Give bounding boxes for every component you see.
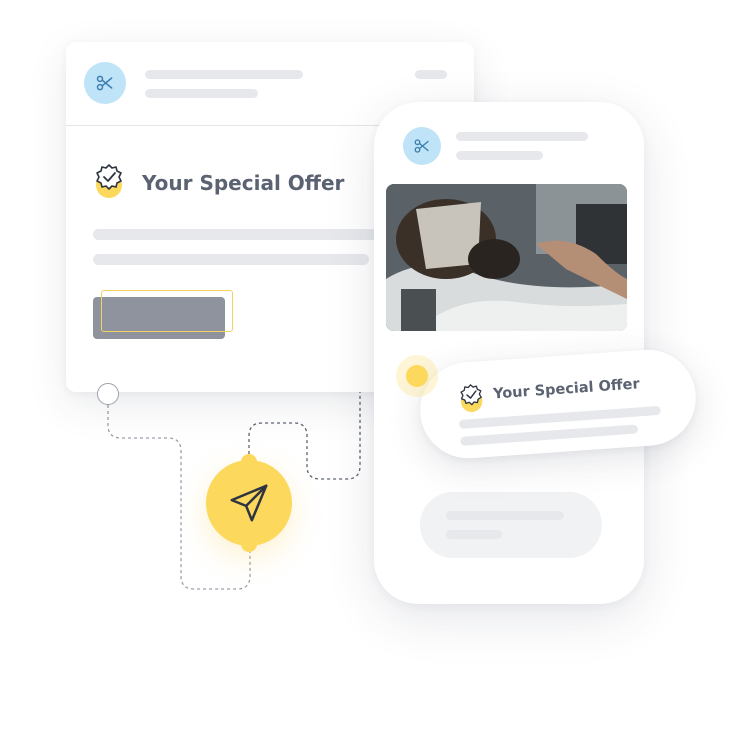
flow-end-node bbox=[406, 365, 428, 387]
send-button[interactable] bbox=[206, 454, 292, 552]
barber-photo bbox=[386, 184, 627, 331]
flow-start-node bbox=[97, 383, 119, 405]
offer-notification[interactable]: Your Special Offer bbox=[416, 346, 700, 462]
reply-line-2-placeholder bbox=[446, 530, 502, 539]
barber-photo-image bbox=[386, 184, 627, 331]
verified-badge-icon bbox=[460, 384, 483, 413]
verified-badge-icon bbox=[96, 164, 122, 198]
offer-title: Your Special Offer bbox=[142, 171, 345, 195]
phone-sender-avatar bbox=[403, 127, 441, 165]
sender-avatar bbox=[84, 62, 126, 104]
reply-line-1-placeholder bbox=[446, 511, 564, 520]
paper-plane-icon bbox=[230, 484, 268, 522]
scissors-icon bbox=[96, 75, 113, 91]
body-line-2-placeholder bbox=[93, 254, 369, 265]
subject-placeholder bbox=[145, 89, 258, 98]
cta-button-outline bbox=[101, 290, 233, 332]
phone-sender-name-placeholder bbox=[456, 132, 588, 141]
body-line-1-placeholder bbox=[93, 229, 383, 240]
reply-bubble bbox=[420, 492, 602, 558]
sender-name-placeholder bbox=[145, 70, 303, 79]
phone-subject-placeholder bbox=[456, 151, 543, 160]
notification-line-2-placeholder bbox=[460, 424, 639, 446]
marketing-illustration: Your Special Offer Your Special Offer bbox=[0, 0, 750, 740]
date-placeholder bbox=[415, 70, 447, 79]
scissors-icon bbox=[414, 139, 429, 153]
notification-title: Your Special Offer bbox=[492, 376, 641, 403]
